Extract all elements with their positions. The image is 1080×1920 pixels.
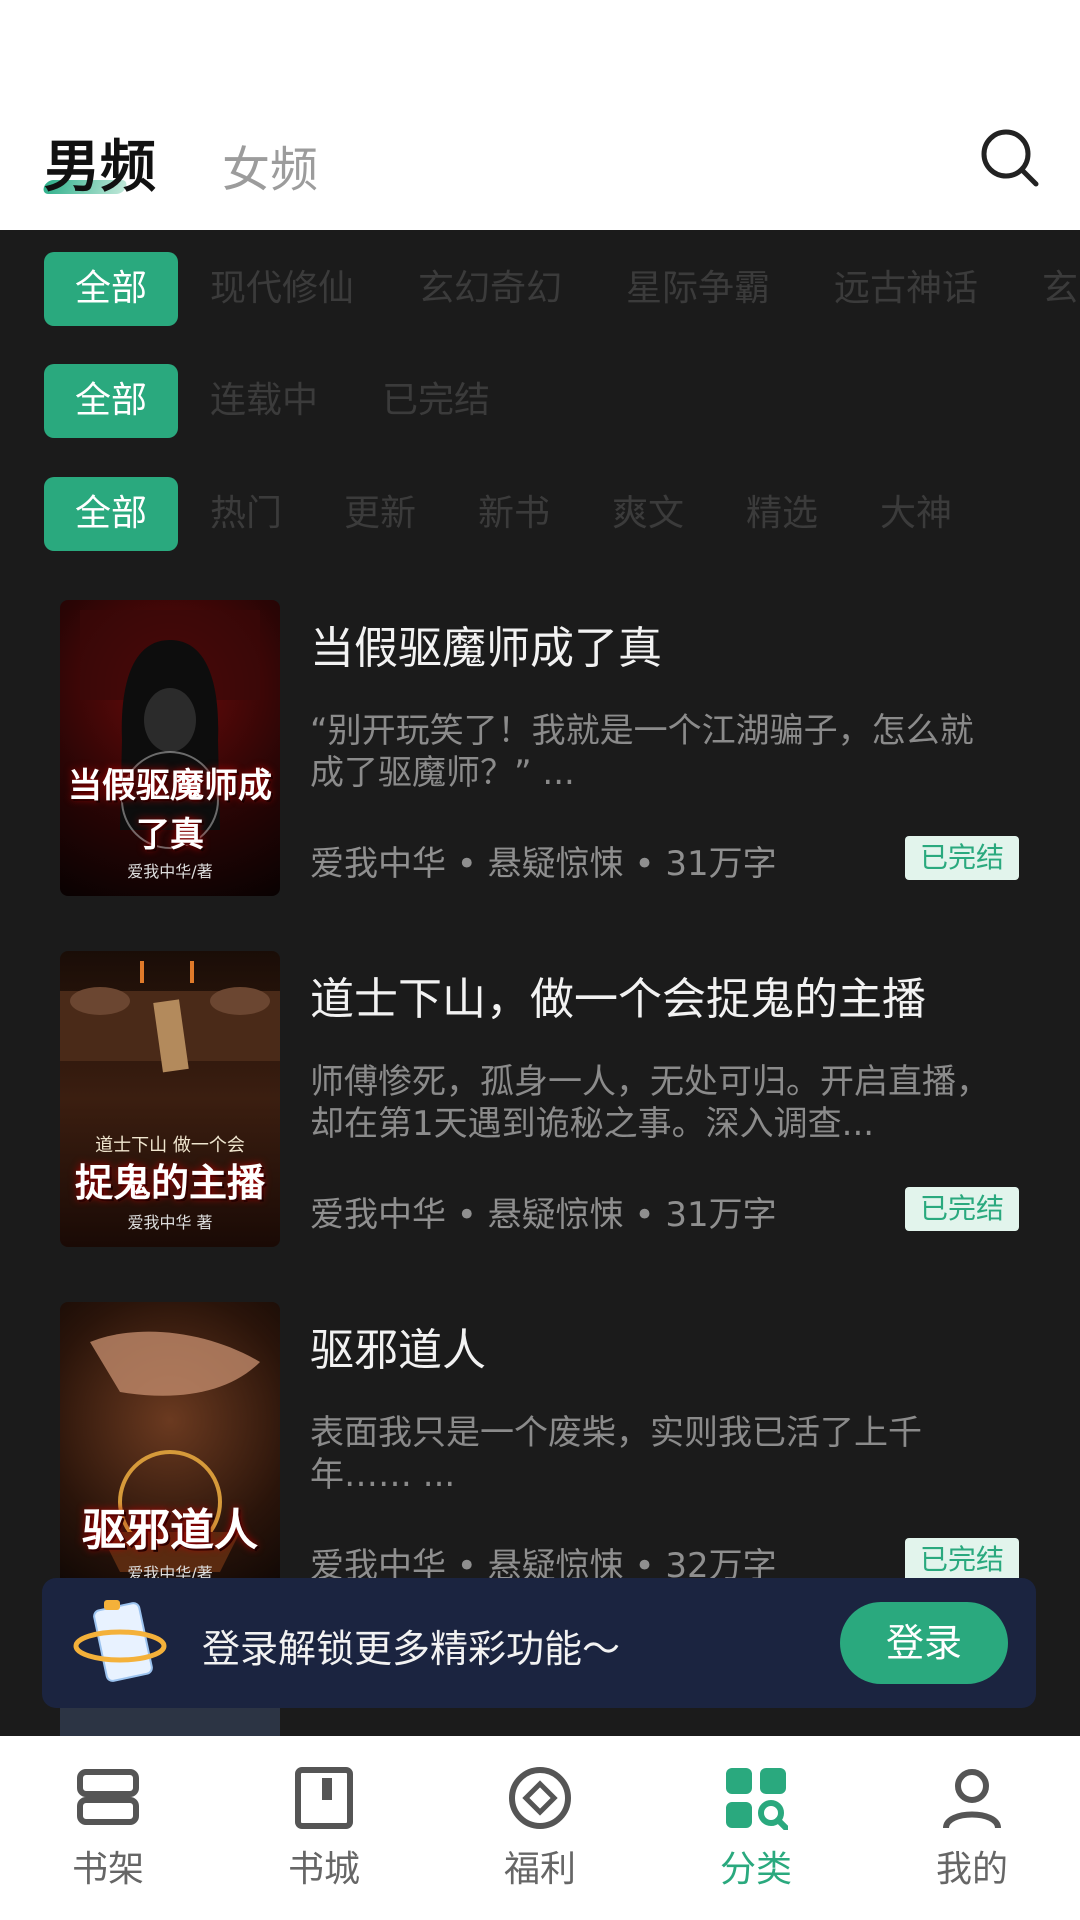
search-icon[interactable] bbox=[980, 128, 1040, 188]
book-cover[interactable]: 道士下山 做一个会 捉鬼的主播 爱我中华 著 bbox=[60, 951, 280, 1247]
phone-icon bbox=[73, 1600, 167, 1682]
tab-female[interactable]: 女频 bbox=[222, 130, 318, 200]
bookshelf-icon bbox=[77, 1769, 139, 1825]
login-banner: 登录解锁更多精彩功能～ 登录 bbox=[42, 1578, 1036, 1708]
status-chip[interactable]: 连载中 bbox=[210, 364, 318, 438]
cover-title: 当假驱魔师成了真 bbox=[68, 766, 272, 855]
sort-chip[interactable]: 大神 bbox=[880, 477, 952, 551]
sort-chip-all[interactable]: 全部 bbox=[44, 477, 178, 551]
book-description: “别开玩笑了！我就是一个江湖骗子，怎么就成了驱魔师？” ... bbox=[310, 711, 974, 793]
tab-male[interactable]: 男频 bbox=[44, 122, 156, 203]
genre-chip-all[interactable]: 全部 bbox=[44, 252, 178, 326]
sort-chip[interactable]: 热门 bbox=[210, 477, 282, 551]
sort-chip[interactable]: 新书 bbox=[478, 477, 550, 551]
status-badge: 已完结 bbox=[905, 1187, 1019, 1231]
nav-profile[interactable]: 我的 bbox=[864, 1736, 1080, 1920]
book-meta: 爱我中华 • 悬疑惊悚 • 31万字 bbox=[310, 1195, 777, 1235]
status-chip-all[interactable]: 全部 bbox=[44, 364, 178, 438]
nav-category[interactable]: 分类 bbox=[648, 1736, 864, 1920]
book-title[interactable]: 当假驱魔师成了真 bbox=[310, 612, 662, 676]
genre-chip[interactable]: 星际争霸 bbox=[626, 252, 770, 326]
status-chip[interactable]: 已完结 bbox=[382, 364, 490, 438]
nav-bookshelf[interactable]: 书架 bbox=[0, 1736, 216, 1920]
book-item[interactable]: 道士下山 做一个会 捉鬼的主播 爱我中华 著 道士下山，做一个会捉鬼的主播 师傅… bbox=[60, 951, 1020, 1247]
cover-title: 捉鬼的主播 bbox=[74, 1161, 265, 1205]
sort-chip[interactable]: 更新 bbox=[344, 477, 416, 551]
book-cover[interactable]: 当假驱魔师成了真 爱我中华/著 bbox=[60, 600, 280, 896]
profile-icon bbox=[943, 1769, 1001, 1829]
genre-chip[interactable]: 远古神话 bbox=[834, 252, 978, 326]
book-description: 师傅惨死，孤身一人，无处可归。开启直播，却在第1天遇到诡秘之事。深入调查... bbox=[310, 1062, 990, 1144]
genre-chip[interactable]: 玄幻奇幻 bbox=[418, 252, 562, 326]
genre-chip[interactable]: 现代修仙 bbox=[210, 252, 354, 326]
login-prompt-text: 登录解锁更多精彩功能～ bbox=[202, 1627, 621, 1671]
nav-label: 福利 bbox=[503, 1849, 576, 1890]
status-badge: 已完结 bbox=[905, 1538, 1019, 1582]
nav-label: 我的 bbox=[935, 1849, 1008, 1890]
sort-filter-row: 全部 热门 更新 新书 爽文 精选 大神 bbox=[44, 477, 1080, 551]
sort-chip[interactable]: 爽文 bbox=[612, 477, 684, 551]
sort-chip[interactable]: 精选 bbox=[746, 477, 818, 551]
book-item[interactable]: 驱邪道人 爱我中华/著 驱邪道人 表面我只是一个废柴，实则我已活了上千年…… .… bbox=[60, 1302, 1020, 1598]
book-meta: 爱我中华 • 悬疑惊悚 • 31万字 bbox=[310, 844, 777, 884]
nav-label: 分类 bbox=[719, 1849, 792, 1890]
category-icon bbox=[726, 1768, 788, 1830]
bookstore-icon bbox=[295, 1767, 353, 1829]
nav-label: 书城 bbox=[287, 1849, 360, 1890]
nav-label: 书架 bbox=[71, 1849, 144, 1890]
login-button[interactable]: 登录 bbox=[840, 1602, 1008, 1684]
genre-filter-row: 全部 现代修仙 玄幻奇幻 星际争霸 远古神话 玄 bbox=[44, 252, 1080, 326]
cover-author: 爱我中华/著 bbox=[127, 862, 213, 881]
genre-chip[interactable]: 玄 bbox=[1042, 252, 1078, 326]
status-badge: 已完结 bbox=[905, 836, 1019, 880]
cover-author: 爱我中华 著 bbox=[127, 1213, 213, 1232]
book-item[interactable]: 当假驱魔师成了真 爱我中华/著 当假驱魔师成了真 “别开玩笑了！我就是一个江湖骗… bbox=[60, 600, 1020, 896]
welfare-icon bbox=[509, 1767, 571, 1829]
book-title[interactable]: 驱邪道人 bbox=[310, 1314, 486, 1378]
book-cover[interactable]: 驱邪道人 爱我中华/著 bbox=[60, 1302, 280, 1598]
nav-welfare[interactable]: 福利 bbox=[432, 1736, 648, 1920]
bottom-nav: 书架 书城 福利 分类 我的 bbox=[0, 1736, 1080, 1920]
nav-bookstore[interactable]: 书城 bbox=[216, 1736, 432, 1920]
partial-book-cover[interactable] bbox=[60, 1708, 280, 1736]
top-header: 男频 女频 bbox=[0, 0, 1080, 230]
cover-title: 驱邪道人 bbox=[82, 1505, 258, 1556]
status-filter-row: 全部 连载中 已完结 bbox=[44, 364, 1080, 438]
book-description: 表面我只是一个废柴，实则我已活了上千年…… ... bbox=[310, 1413, 922, 1495]
book-title[interactable]: 道士下山，做一个会捉鬼的主播 bbox=[310, 963, 926, 1027]
